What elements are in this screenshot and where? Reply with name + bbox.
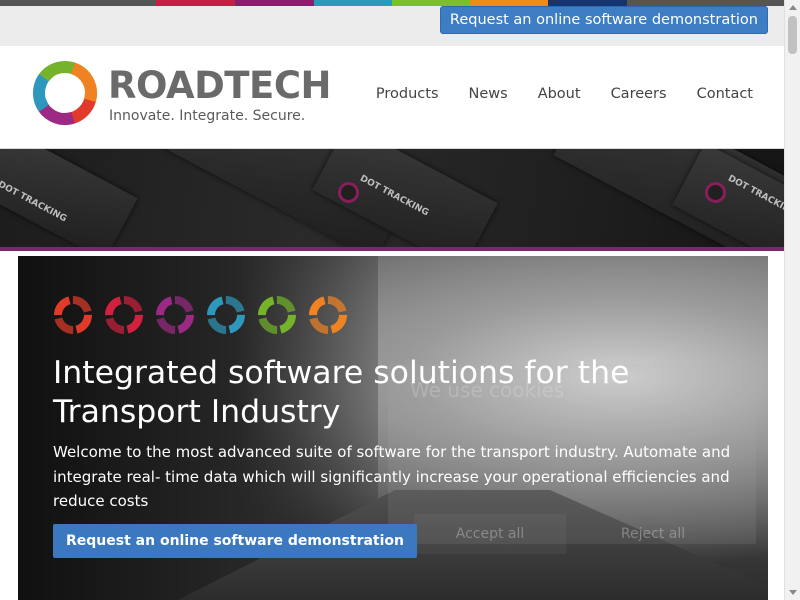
cookie-reject-button[interactable]: Reject all: [588, 514, 718, 554]
roadtech-logo[interactable]: ROADTECH Innovate. Integrate. Secure.: [32, 60, 331, 130]
product-rings: [53, 295, 348, 335]
cookie-accept-button[interactable]: Accept all: [414, 514, 566, 554]
hero-description: Welcome to the most advanced suite of so…: [53, 443, 731, 510]
scroll-up-icon[interactable]: [785, 0, 800, 15]
hero-banner: We use cookies Accept all Reject all Int…: [18, 256, 768, 600]
main-nav: Products News About Careers Contact: [376, 86, 753, 102]
scroll-down-icon[interactable]: [785, 585, 800, 600]
dot-logo-icon: [705, 182, 726, 203]
brand-name: ROADTECH: [108, 64, 331, 107]
product-banner-image: DOT TRACKING DOT TRACKING DOT TRACKING: [0, 149, 785, 247]
product-ring-icon: [105, 296, 143, 334]
request-demo-button-top[interactable]: Request an online software demonstration: [439, 6, 768, 34]
product-ring-icon: [258, 296, 296, 334]
site-header: ROADTECH Innovate. Integrate. Secure. Pr…: [0, 46, 785, 148]
product-ring-icon: [309, 296, 347, 334]
product-ring-icon: [207, 296, 245, 334]
product-ring-icon: [54, 296, 92, 334]
dot-logo-icon: [338, 182, 359, 203]
nav-careers[interactable]: Careers: [611, 86, 667, 102]
nav-contact[interactable]: Contact: [697, 86, 753, 102]
logo-swirl-icon: [33, 61, 97, 125]
nav-products[interactable]: Products: [376, 86, 439, 102]
nav-news[interactable]: News: [469, 86, 508, 102]
hero-section: We use cookies Accept all Reject all Int…: [0, 251, 785, 600]
scrollbar-thumb[interactable]: [788, 16, 797, 54]
brand-tagline: Innovate. Integrate. Secure.: [109, 108, 306, 124]
request-demo-button-hero[interactable]: Request an online software demonstration: [53, 524, 417, 558]
page-scrollbar[interactable]: [784, 0, 800, 600]
product-ring-icon: [156, 296, 194, 334]
nav-about[interactable]: About: [538, 86, 581, 102]
hero-title: Integrated software solutions for the Tr…: [53, 355, 630, 430]
